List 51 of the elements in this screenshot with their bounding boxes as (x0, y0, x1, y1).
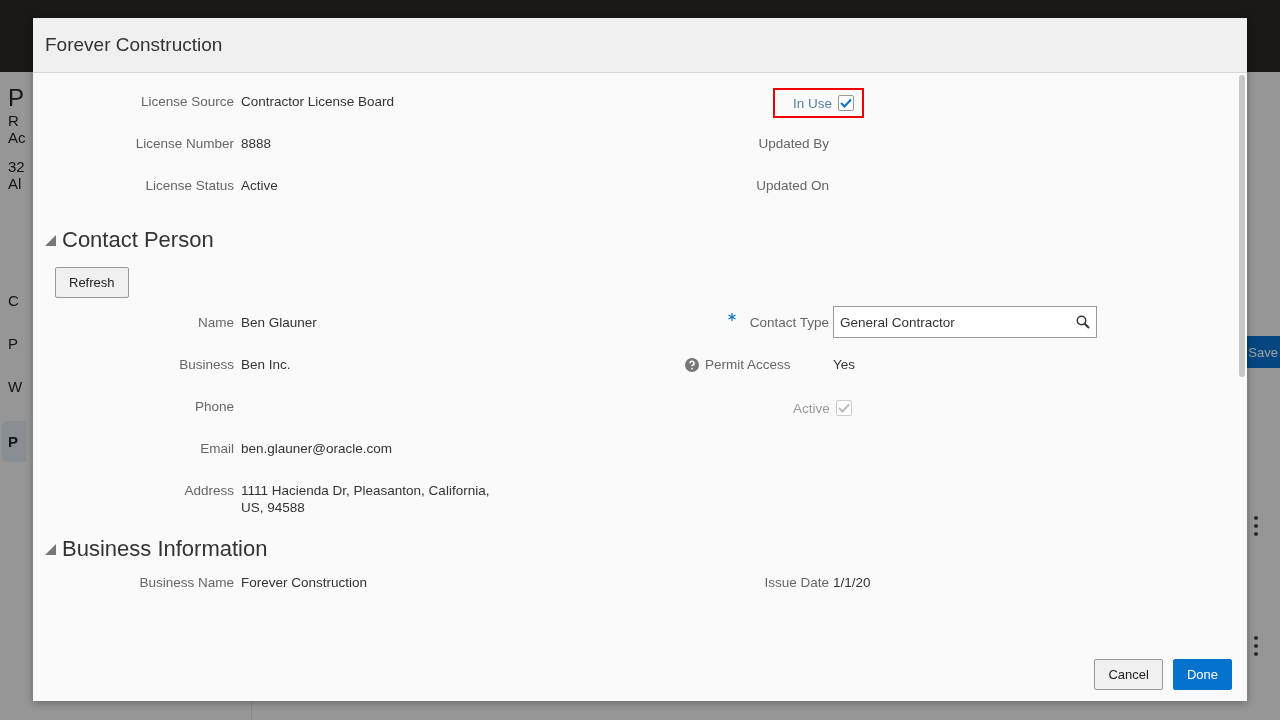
sidebar-text: P (8, 335, 18, 352)
more-icon[interactable] (1254, 516, 1258, 536)
cancel-button[interactable]: Cancel (1094, 658, 1163, 690)
sidebar-text: P (8, 84, 24, 112)
sidebar-text: Al (8, 175, 22, 192)
field-label: Business (179, 357, 234, 372)
field-label: Updated By (758, 136, 829, 151)
field-value: Active (241, 177, 279, 194)
field-label: Phone (194, 399, 234, 414)
field-value: Yes (833, 356, 857, 373)
sidebar-text: Ac (8, 129, 26, 146)
done-button[interactable]: Done (1172, 658, 1232, 690)
sidebar-text: W (8, 378, 23, 395)
help-icon[interactable] (685, 357, 699, 372)
sidebar-text: 32 (8, 158, 25, 175)
field-value: 1111 Hacienda Dr, Pleasanton, California, US, 94588 (241, 482, 491, 516)
search-icon[interactable] (1076, 315, 1090, 329)
field-label: Contact Type (749, 315, 829, 330)
dialog-title: Forever Construction (45, 34, 223, 56)
field-label: Issue Date (764, 575, 829, 590)
field-label: Name (198, 315, 234, 330)
sidebar-text: R (8, 112, 19, 129)
field-value: Ben Glauner (241, 314, 318, 331)
field-value: ben.glauner@oracle.com (241, 440, 394, 457)
field-label: Business Name (139, 575, 234, 590)
field-value: 1/1/20 (833, 574, 872, 591)
more-icon[interactable] (1254, 636, 1258, 656)
sidebar-text: C (8, 292, 19, 309)
checkbox[interactable] (838, 95, 855, 111)
section-title: Business Information (62, 536, 268, 562)
scrollbar[interactable] (1239, 75, 1245, 377)
field-value: Contractor License Board (241, 93, 396, 110)
field-label: License Source (140, 94, 234, 109)
contact-type-field[interactable]: General Contractor (833, 306, 1097, 338)
field-value: Forever Construction (241, 574, 369, 591)
field-label: Updated On (756, 178, 829, 193)
field-label: Email (200, 441, 234, 456)
sidebar-text: P (2, 421, 26, 462)
collapse-icon[interactable] (45, 234, 56, 246)
collapse-icon[interactable] (45, 543, 56, 555)
field-label: License Number (135, 136, 234, 151)
field-label: Active (793, 400, 830, 416)
field-label: Permit Access (705, 357, 791, 372)
field-label: In Use (793, 95, 833, 111)
field-value: Ben Inc. (241, 356, 292, 373)
field-label: Address (184, 483, 234, 498)
save-button[interactable]: Save (1245, 336, 1280, 368)
field-label: License Status (145, 178, 234, 193)
refresh-button[interactable]: Refresh (55, 267, 129, 298)
field-value: 8888 (241, 135, 273, 152)
section-title: Contact Person (62, 227, 214, 253)
